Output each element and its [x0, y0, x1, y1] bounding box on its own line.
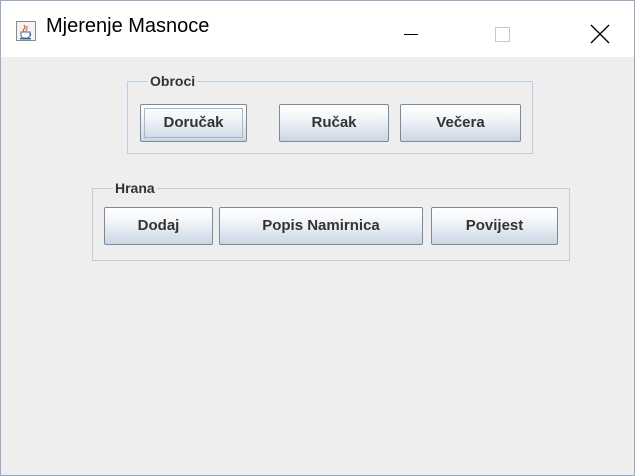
close-button[interactable] — [546, 1, 635, 57]
povijest-label: Povijest — [465, 217, 524, 234]
maximize-icon — [495, 27, 510, 42]
title-bar[interactable]: Mjerenje Masnoce — [1, 1, 634, 57]
hrana-legend: Hrana — [115, 180, 155, 196]
window-title: Mjerenje Masnoce — [46, 15, 210, 37]
content-pane: Obroci Doručak Ručak Večera Hrana Dodaj … — [1, 57, 634, 475]
dorucak-label: Doručak — [163, 114, 224, 131]
popis-namirnica-button[interactable]: Popis Namirnica — [219, 207, 423, 245]
dodaj-label: Dodaj — [137, 217, 180, 234]
rucak-label: Ručak — [311, 114, 357, 131]
vecera-label: Večera — [436, 114, 485, 131]
maximize-button[interactable] — [456, 1, 546, 57]
minimize-icon — [404, 34, 418, 35]
close-icon — [590, 24, 610, 44]
rucak-button[interactable]: Ručak — [279, 104, 389, 142]
povijest-button[interactable]: Povijest — [431, 207, 558, 245]
dorucak-button[interactable]: Doručak — [140, 104, 247, 142]
vecera-button[interactable]: Večera — [400, 104, 521, 142]
minimize-button[interactable] — [366, 1, 456, 57]
dodaj-button[interactable]: Dodaj — [104, 207, 213, 245]
java-cup-icon[interactable] — [16, 21, 36, 41]
obroci-legend: Obroci — [150, 73, 196, 89]
app-window: Mjerenje Masnoce Obroci Doručak Ručak Ve… — [0, 0, 635, 476]
popis-namirnica-label: Popis Namirnica — [262, 217, 380, 234]
